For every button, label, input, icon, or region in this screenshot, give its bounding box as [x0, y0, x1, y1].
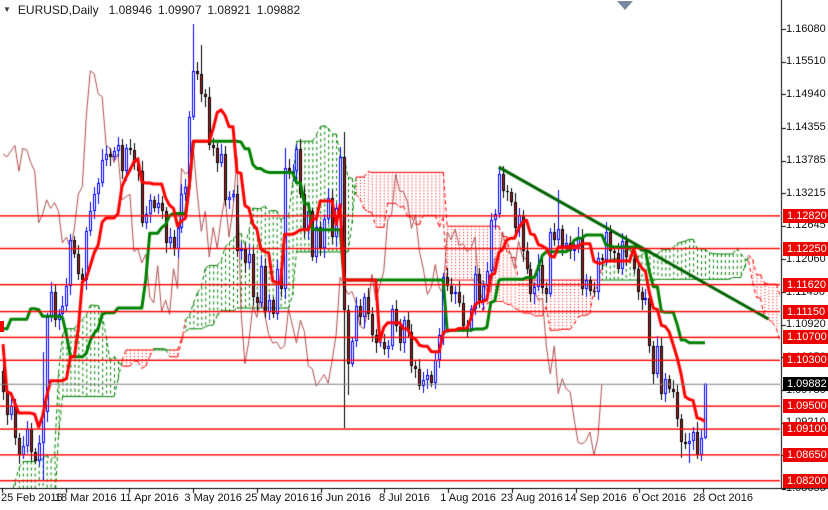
date-tick-label: 16 Jun 2016 [310, 492, 371, 504]
date-tick-label: 3 May 2016 [184, 492, 242, 504]
ohlc-open-value: 1.08946 [108, 3, 152, 17]
chart-canvas[interactable] [0, 0, 828, 510]
price-tick-label: 1.14940 [786, 87, 826, 100]
ohlc-high-value: 1.09907 [158, 3, 202, 17]
date-tick-label: 6 Oct 2016 [632, 492, 687, 504]
level-price-label: 1.11620 [783, 277, 828, 292]
level-price-label: 1.08650 [783, 447, 828, 462]
price-tick-label: 1.13785 [786, 154, 826, 167]
price-tick-label: 1.10920 [786, 318, 826, 331]
date-tick-label: 11 Apr 2016 [120, 492, 179, 504]
price-tick-label: 1.15510 [786, 55, 826, 68]
mt4-chart-window: ▼ EURUSD,Daily 1.08946 1.09907 1.08921 1… [0, 0, 828, 510]
chart-title-bar: ▼ EURUSD,Daily 1.08946 1.09907 1.08921 1… [3, 3, 306, 17]
date-tick-label: 1 Aug 2016 [440, 492, 496, 504]
ohlc-low-value: 1.08921 [207, 3, 251, 17]
level-edge-marker [0, 321, 4, 332]
level-price-label: 1.11150 [783, 304, 828, 319]
date-tick-label: 8 Jul 2016 [378, 492, 430, 504]
level-price-label: 1.10300 [783, 353, 828, 368]
ohlc-close-value: 1.09882 [256, 3, 301, 17]
level-price-label: 1.08200 [783, 473, 828, 488]
price-tick-label: 1.16080 [786, 22, 826, 35]
date-tick-label: 14 Sep 2016 [564, 492, 627, 504]
date-tick-label: 28 Oct 2016 [693, 492, 753, 504]
date-tick-label: 23 Aug 2016 [500, 492, 563, 504]
price-tick-label: 1.14355 [786, 121, 826, 134]
symbol-dropdown-icon: ▼ [3, 5, 11, 14]
date-tick-label: 18 Mar 2016 [54, 492, 117, 504]
chart-shift-marker-icon [617, 1, 633, 10]
level-price-label: 1.09100 [783, 422, 828, 437]
date-tick-label: 25 May 2016 [245, 492, 309, 504]
level-price-label: 1.09500 [783, 399, 828, 414]
price-tick-label: 1.13215 [786, 186, 826, 199]
level-price-label: 1.12820 [783, 208, 828, 223]
symbol-timeframe-label: EURUSD,Daily [17, 3, 99, 17]
level-price-label: 1.10700 [783, 330, 828, 345]
current-price-label: 1.09882 [783, 377, 828, 392]
date-tick-label: 25 Feb 2016 [1, 492, 63, 504]
level-price-label: 1.12250 [783, 241, 828, 256]
